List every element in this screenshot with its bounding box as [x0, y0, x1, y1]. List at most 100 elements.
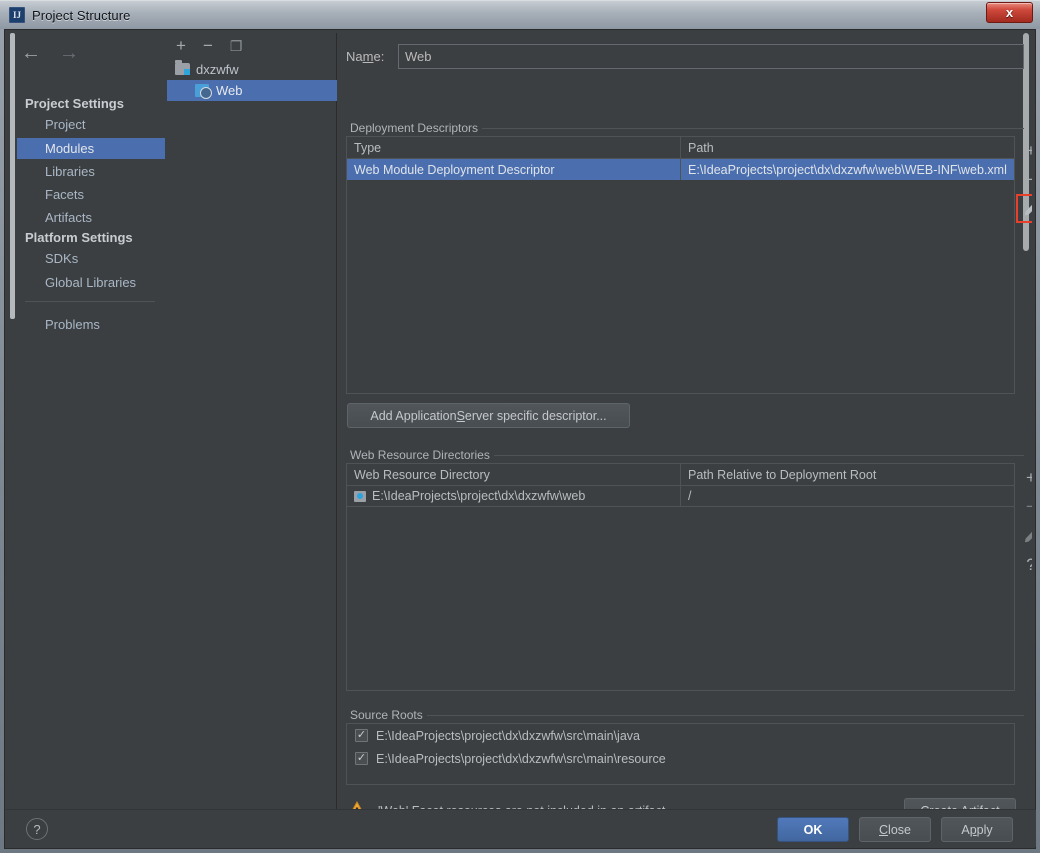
- remove-module-icon[interactable]: −: [203, 37, 213, 54]
- column-header-relative-path[interactable]: Path Relative to Deployment Root: [681, 464, 1014, 485]
- remove-web-resource-button[interactable]: −: [1016, 492, 1032, 521]
- window-title: Project Structure: [32, 7, 131, 23]
- folder-icon: [354, 490, 366, 502]
- settings-sidebar: ← → Project Settings Platform Settings Pr…: [9, 33, 165, 811]
- group-rule: [483, 455, 1024, 456]
- close-dialog-button[interactable]: Close: [859, 817, 931, 842]
- help-button[interactable]: ?: [26, 818, 48, 840]
- sidebar-item-label: SDKs: [45, 251, 79, 266]
- btn-text-b: erver specific descriptor...: [464, 408, 607, 423]
- source-root-label: E:\IdeaProjects\project\dx\dxzwfw\src\ma…: [376, 728, 640, 743]
- sidebar-item-label: Global Libraries: [45, 275, 137, 290]
- add-module-icon[interactable]: +: [176, 37, 186, 54]
- folder-module-icon: [175, 59, 191, 77]
- add-app-server-descriptor-button[interactable]: Add Application Server specific descript…: [347, 403, 630, 428]
- source-roots-group-label: Source Roots: [346, 708, 427, 722]
- plus-icon: +: [1026, 467, 1032, 487]
- web-facet-icon: [195, 83, 212, 99]
- name-label: Name:: [346, 48, 385, 64]
- sidebar-item-label: Artifacts: [45, 210, 92, 225]
- dialog-button-bar: ? OK Close Ap ply: [6, 809, 1036, 847]
- column-header-type[interactable]: Type: [347, 137, 681, 158]
- deployment-descriptors-side-buttons: + −: [1016, 136, 1032, 223]
- sidebar-item-modules[interactable]: Modules: [17, 138, 165, 159]
- name-input[interactable]: [398, 43, 1024, 69]
- table-row[interactable]: Web Module Deployment Descriptor E:\Idea…: [347, 159, 1014, 180]
- cell-path: E:\IdeaProjects\project\dx\dxzwfw\web\WE…: [688, 162, 1007, 177]
- sidebar-item-facets[interactable]: Facets: [17, 184, 165, 205]
- navigation-arrows: ← →: [21, 41, 101, 65]
- add-descriptor-button[interactable]: +: [1016, 136, 1032, 165]
- tree-node-dxzwfw[interactable]: dxzwfw: [167, 59, 337, 80]
- modules-tree-panel: + − ❐ dxzwfw Web: [167, 33, 337, 811]
- tree-node-label: Web: [216, 83, 243, 98]
- column-header-path[interactable]: Path: [681, 137, 1014, 158]
- facet-settings-panel: Name: Deployment Descriptors Type Path W…: [338, 33, 1032, 811]
- close-icon: x: [1005, 5, 1014, 20]
- source-root-row[interactable]: ✓ E:\IdeaProjects\project\dx\dxzwfw\src\m…: [347, 747, 1014, 770]
- tree-node-web[interactable]: Web: [167, 80, 337, 101]
- source-root-checkbox[interactable]: ✓: [355, 752, 368, 765]
- sidebar-item-artifacts[interactable]: Artifacts: [17, 207, 165, 228]
- btn-text-a: Add Application: [370, 408, 457, 423]
- app-icon: IJ: [9, 7, 25, 23]
- apply-button[interactable]: Ap ply: [941, 817, 1013, 842]
- sidebar-item-sdks[interactable]: SDKs: [17, 248, 165, 269]
- edit-pencil-icon: [1023, 528, 1032, 544]
- help-icon: ?: [33, 821, 41, 837]
- web-resource-side-buttons: + −?: [1016, 463, 1032, 579]
- group-rule: [478, 128, 1024, 129]
- source-roots-list: ✓ E:\IdeaProjects\project\dx\dxzwfw\src\m…: [346, 723, 1015, 785]
- edit-web-resource-button[interactable]: [1016, 521, 1032, 550]
- sidebar-group-title: Platform Settings: [25, 230, 133, 245]
- sidebar-item-global-libraries[interactable]: Global Libraries: [17, 272, 165, 293]
- back-arrow-icon[interactable]: ←: [21, 43, 41, 63]
- help-web-resource-button[interactable]: ?: [1016, 550, 1032, 579]
- web-facet-icon-glyph: [195, 83, 212, 99]
- sidebar-scrollbar[interactable]: [9, 33, 16, 811]
- btn-text-b: lose: [888, 822, 911, 837]
- btn-text-mnemonic: C: [879, 822, 889, 837]
- table-header: Type Path: [347, 137, 1014, 159]
- sidebar-item-project[interactable]: Project: [17, 114, 165, 135]
- sidebar-scrollbar-thumb[interactable]: [10, 33, 15, 319]
- table-row[interactable]: E:\IdeaProjects\project\dx\dxzwfw\web /: [347, 486, 1014, 507]
- sidebar-item-label: Modules: [45, 141, 95, 156]
- cell-web-resource-directory: E:\IdeaProjects\project\dx\dxzwfw\web: [347, 486, 681, 506]
- cell-type: Web Module Deployment Descriptor: [347, 159, 681, 180]
- ok-label: OK: [803, 822, 823, 837]
- column-header-web-resource-directory[interactable]: Web Resource Directory: [347, 464, 681, 485]
- edit-pencil-icon: [1023, 201, 1032, 217]
- cell-text: E:\IdeaProjects\project\dx\dxzwfw\web: [372, 489, 586, 503]
- modules-toolbar: + − ❐: [167, 33, 337, 58]
- web-resource-directories-table: Web Resource Directory Path Relative to …: [346, 463, 1015, 691]
- tree-node-label: dxzwfw: [196, 62, 239, 77]
- sidebar-item-libraries[interactable]: Libraries: [17, 161, 165, 182]
- title-bar: IJ Project Structure x: [0, 0, 1040, 29]
- source-root-checkbox[interactable]: ✓: [355, 729, 368, 742]
- cell-relative-path: /: [688, 489, 692, 503]
- sidebar-item-problems[interactable]: Problems: [17, 314, 165, 335]
- edit-descriptor-button[interactable]: [1016, 194, 1032, 223]
- sidebar-item-label: Project: [45, 117, 86, 132]
- group-rule: [417, 715, 1024, 716]
- plus-icon: +: [1026, 140, 1032, 160]
- copy-module-icon[interactable]: ❐: [230, 39, 243, 53]
- btn-text-mnemonic: p: [969, 822, 977, 837]
- question-icon: ?: [1026, 555, 1032, 575]
- ok-button[interactable]: OK: [777, 817, 849, 842]
- sidebar-item-label: Problems: [45, 317, 100, 332]
- remove-descriptor-button[interactable]: −: [1016, 165, 1032, 194]
- close-button[interactable]: x: [986, 2, 1033, 23]
- btn-text-b: ply: [976, 822, 993, 837]
- window-frame: IJ Project Structure x ← → Project Setti…: [0, 0, 1040, 853]
- folder-module-icon-glyph: [175, 59, 190, 75]
- source-root-row[interactable]: ✓ E:\IdeaProjects\project\dx\dxzwfw\src\m…: [347, 724, 1014, 747]
- web-resource-directories-group-label: Web Resource Directories: [346, 448, 494, 462]
- btn-text-a: A: [961, 822, 970, 837]
- table-header: Web Resource Directory Path Relative to …: [347, 464, 1014, 486]
- forward-arrow-icon[interactable]: →: [59, 43, 79, 63]
- add-web-resource-button[interactable]: +: [1016, 463, 1032, 492]
- project-structure-dialog: ← → Project Settings Platform Settings Pr…: [4, 29, 1036, 849]
- sidebar-divider: [25, 301, 155, 302]
